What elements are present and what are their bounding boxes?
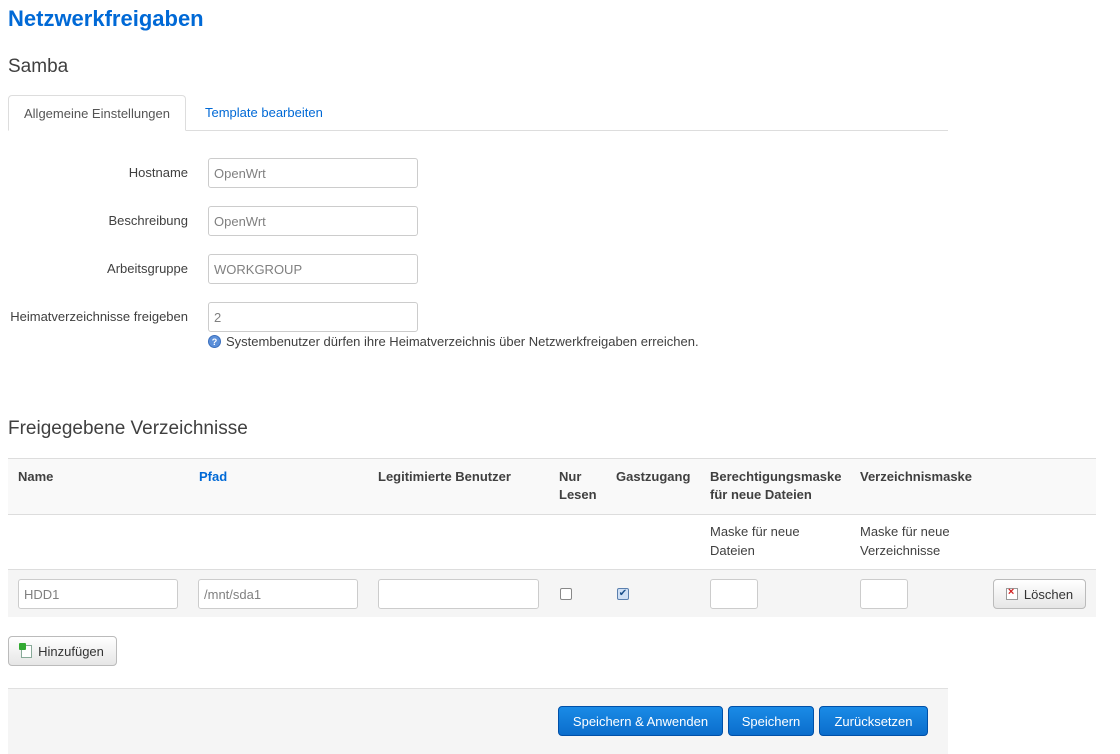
shares-section-title: Freigegebene Verzeichnisse bbox=[8, 418, 248, 439]
share-name-input[interactable] bbox=[18, 579, 178, 609]
column-header-users: Legitimierte Benutzer bbox=[378, 469, 511, 484]
share-users-input[interactable] bbox=[378, 579, 539, 609]
save-button[interactable]: Speichern bbox=[728, 706, 814, 736]
create-mask-hint-line1: Maske für neue bbox=[710, 524, 800, 539]
delete-share-button[interactable]: Löschen bbox=[993, 579, 1086, 609]
description-input[interactable] bbox=[208, 206, 418, 236]
shares-table-header bbox=[8, 458, 1096, 515]
workgroup-label: Arbeitsgruppe bbox=[107, 261, 188, 276]
column-header-readonly-line1: Nur bbox=[559, 469, 582, 484]
column-header-guest: Gastzugang bbox=[616, 469, 691, 484]
delete-share-label: Löschen bbox=[1023, 586, 1074, 602]
tab-general-settings[interactable]: Allgemeine Einstellungen bbox=[8, 95, 186, 131]
create-mask-input[interactable] bbox=[710, 579, 758, 609]
create-mask-hint-line2: Dateien bbox=[710, 543, 755, 558]
workgroup-input[interactable] bbox=[208, 254, 418, 284]
share-homes-input[interactable] bbox=[208, 302, 418, 332]
column-header-readonly-line2: Lesen bbox=[559, 487, 597, 502]
column-header-create-mask-line2: für neue Dateien bbox=[710, 487, 812, 502]
page-title: Netzwerkfreigaben bbox=[8, 6, 204, 31]
delete-icon bbox=[1005, 586, 1018, 600]
reset-button[interactable]: Zurücksetzen bbox=[819, 706, 928, 736]
column-header-dir-mask: Verzeichnismaske bbox=[860, 469, 973, 484]
hostname-input[interactable] bbox=[208, 158, 418, 188]
add-share-button[interactable]: Hinzufügen bbox=[8, 636, 117, 666]
dir-mask-hint-line1: Maske für neue bbox=[860, 524, 950, 539]
samba-section-title: Samba bbox=[8, 56, 69, 77]
readonly-checkbox[interactable] bbox=[560, 588, 572, 600]
column-header-create-mask-line1: Berechtigungsmaske bbox=[710, 469, 842, 484]
share-homes-help-text: Systembenutzer dürfen ihre Heimatverzeic… bbox=[226, 334, 699, 349]
hostname-label: Hostname bbox=[128, 165, 188, 180]
dir-mask-input[interactable] bbox=[860, 579, 908, 609]
guest-checkbox[interactable]: ✔ bbox=[617, 588, 629, 600]
dir-mask-hint-line2: Verzeichnisse bbox=[860, 543, 941, 558]
save-apply-button[interactable]: Speichern & Anwenden bbox=[558, 706, 723, 736]
add-share-label: Hinzufügen bbox=[38, 643, 104, 659]
help-icon: ? bbox=[208, 335, 221, 348]
tab-edit-template[interactable]: Template bearbeiten bbox=[190, 95, 338, 131]
column-header-path[interactable]: Pfad bbox=[199, 468, 227, 486]
add-icon bbox=[19, 642, 33, 658]
description-label: Beschreibung bbox=[108, 213, 189, 228]
share-homes-help: ? Systembenutzer dürfen ihre Heimatverze… bbox=[208, 334, 699, 349]
share-homes-label: Heimatverzeichnisse freigeben bbox=[10, 309, 188, 324]
column-header-name: Name bbox=[18, 469, 54, 484]
share-path-input[interactable] bbox=[198, 579, 358, 609]
